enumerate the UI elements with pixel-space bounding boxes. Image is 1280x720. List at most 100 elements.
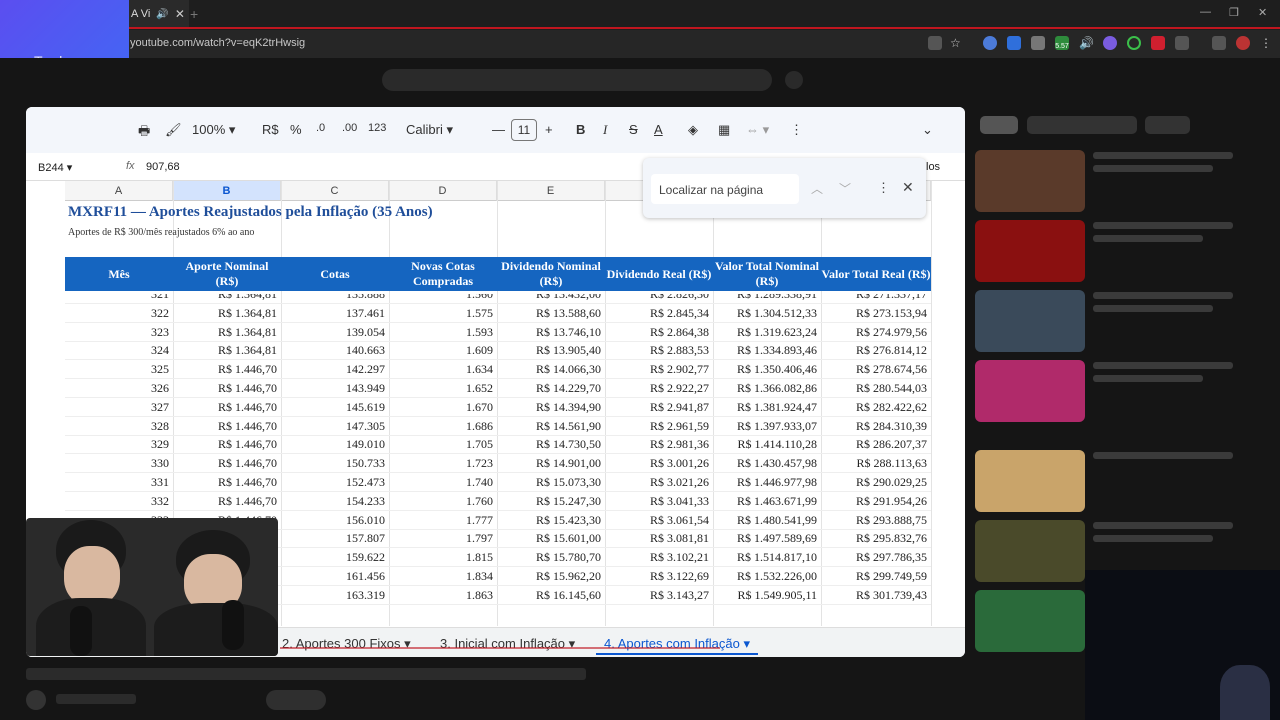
cell-cotas[interactable]: 135.888 xyxy=(281,294,389,304)
cell-valor-total-real[interactable]: R$ 299.749,59 xyxy=(821,567,931,586)
video-thumbnail[interactable] xyxy=(975,360,1085,422)
cast-icon[interactable] xyxy=(928,36,942,50)
cell-valor-total-nominal[interactable]: R$ 1.430.457,98 xyxy=(713,454,821,473)
youtube-search-input[interactable] xyxy=(382,69,772,91)
cell-cotas[interactable]: 142.297 xyxy=(281,360,389,379)
header-valor-total-real[interactable]: Valor Total Real (R$) xyxy=(821,257,931,291)
cell-valor-total-real[interactable]: R$ 273.153,94 xyxy=(821,304,931,323)
maximize-icon[interactable]: ❐ xyxy=(1229,6,1239,19)
video-thumbnail[interactable] xyxy=(975,520,1085,582)
column-header-c[interactable]: C xyxy=(281,181,389,201)
cell-valor-total-nominal[interactable]: R$ 1.334.893,46 xyxy=(713,341,821,360)
cell-novas-cotas[interactable]: 1.723 xyxy=(389,454,497,473)
video-title[interactable] xyxy=(1093,535,1213,542)
cell-dividendo-nominal[interactable]: R$ 13.746,10 xyxy=(497,323,605,342)
extension-icon[interactable] xyxy=(983,36,997,50)
browser-tab[interactable]: A Vi 🔊 ✕ xyxy=(129,0,189,28)
italic-icon[interactable]: I xyxy=(603,122,607,138)
cell-aporte-nominal[interactable]: R$ 1.446,70 xyxy=(173,417,281,436)
profile-avatar[interactable] xyxy=(1236,36,1250,50)
chip[interactable] xyxy=(1145,116,1190,134)
cell-cotas[interactable]: 149.010 xyxy=(281,435,389,454)
cell-aporte-nominal[interactable]: R$ 1.364,81 xyxy=(173,294,281,304)
cell-cotas[interactable]: 163.319 xyxy=(281,586,389,605)
video-thumbnail[interactable] xyxy=(975,290,1085,352)
cell-cotas[interactable]: 156.010 xyxy=(281,511,389,530)
font-select[interactable]: Calibri ▾ xyxy=(406,122,453,138)
bookmark-star-icon[interactable]: ☆ xyxy=(950,36,964,50)
cell-novas-cotas[interactable]: 1.634 xyxy=(389,360,497,379)
volume-icon[interactable]: 🔊 xyxy=(1079,36,1094,50)
cell-dividendo-real[interactable]: R$ 2.941,87 xyxy=(605,398,713,417)
header-dividendo-nominal[interactable]: Dividendo Nominal (R$) xyxy=(497,257,605,291)
refresh-ext-icon[interactable] xyxy=(1127,36,1141,50)
cell-dividendo-real[interactable]: R$ 2.961,59 xyxy=(605,417,713,436)
sheet-tab[interactable]: 2. Aportes 300 Fixos ▾ xyxy=(274,633,419,655)
cell-cotas[interactable]: 140.663 xyxy=(281,341,389,360)
cell-valor-total-real[interactable]: R$ 301.739,43 xyxy=(821,586,931,605)
cell-novas-cotas[interactable]: 1.740 xyxy=(389,473,497,492)
cell-aporte-nominal[interactable]: R$ 1.446,70 xyxy=(173,454,281,473)
name-box[interactable]: B244 ▾ xyxy=(38,161,72,174)
subscribe-button[interactable] xyxy=(266,690,326,710)
menu-kebab-icon[interactable]: ⋮ xyxy=(1260,36,1274,50)
minimize-icon[interactable]: — xyxy=(1200,6,1211,18)
cell-novas-cotas[interactable]: 1.670 xyxy=(389,398,497,417)
ext-badge-icon[interactable]: 5.57 xyxy=(1055,36,1069,50)
merge-cells-icon[interactable]: ⇔ ▾ xyxy=(746,122,769,138)
cell-dividendo-nominal[interactable]: R$ 15.962,20 xyxy=(497,567,605,586)
sheet-subtitle[interactable]: Aportes de R$ 300/mês reajustados 6% ao … xyxy=(68,227,254,238)
cell-novas-cotas[interactable]: 1.834 xyxy=(389,567,497,586)
video-title[interactable] xyxy=(1093,235,1203,242)
cell-valor-total-nominal[interactable]: R$ 1.514.817,10 xyxy=(713,548,821,567)
cell-aporte-nominal[interactable]: R$ 1.446,70 xyxy=(173,379,281,398)
decrease-decimal-button[interactable]: .0 xyxy=(316,122,325,134)
cell-novas-cotas[interactable]: 1.686 xyxy=(389,417,497,436)
cell-novas-cotas[interactable]: 1.705 xyxy=(389,435,497,454)
cell-cotas[interactable]: 152.473 xyxy=(281,473,389,492)
cell-dividendo-nominal[interactable]: R$ 16.145,60 xyxy=(497,586,605,605)
video-title[interactable] xyxy=(1093,375,1203,382)
cell-novas-cotas[interactable]: 1.797 xyxy=(389,529,497,548)
video-title[interactable] xyxy=(1093,222,1233,229)
url-text[interactable]: youtube.com/watch?v=eqK2trHwsig xyxy=(130,37,305,49)
cell-novas-cotas[interactable]: 1.560 xyxy=(389,294,497,304)
video-title[interactable] xyxy=(1093,292,1233,299)
cell-valor-total-real[interactable]: R$ 297.786,35 xyxy=(821,548,931,567)
puzzle-icon[interactable] xyxy=(1175,36,1189,50)
cell-cotas[interactable]: 139.054 xyxy=(281,323,389,342)
cell-valor-total-nominal[interactable]: R$ 1.480.541,99 xyxy=(713,511,821,530)
channel-avatar[interactable] xyxy=(26,690,46,710)
cell-novas-cotas[interactable]: 1.609 xyxy=(389,341,497,360)
cell-valor-total-real[interactable]: R$ 278.674,56 xyxy=(821,360,931,379)
progress-bar[interactable] xyxy=(280,647,720,649)
cell-dividendo-nominal[interactable]: R$ 14.561,90 xyxy=(497,417,605,436)
cell-valor-total-nominal[interactable]: R$ 1.397.933,07 xyxy=(713,417,821,436)
cell-valor-total-nominal[interactable]: R$ 1.289.338,91 xyxy=(713,294,821,304)
cell-aporte-nominal[interactable]: R$ 1.364,81 xyxy=(173,304,281,323)
cell-cotas[interactable]: 145.619 xyxy=(281,398,389,417)
increase-decimal-button[interactable]: .00 xyxy=(342,122,357,134)
sheet-title[interactable]: MXRF11 — Aportes Reajustados pela Inflaç… xyxy=(68,204,433,221)
cell-dividendo-real[interactable]: R$ 2.826,30 xyxy=(605,294,713,304)
cell-dividendo-real[interactable]: R$ 2.883,53 xyxy=(605,341,713,360)
find-options-icon[interactable]: ⋮ xyxy=(877,180,890,196)
cell-cotas[interactable]: 154.233 xyxy=(281,492,389,511)
cell-dividendo-real[interactable]: R$ 3.001,26 xyxy=(605,454,713,473)
column-header-a[interactable]: A xyxy=(65,181,173,201)
cell-dividendo-real[interactable]: R$ 2.922,27 xyxy=(605,379,713,398)
header-mes[interactable]: Mês xyxy=(65,257,173,291)
cell-dividendo-nominal[interactable]: R$ 14.730,50 xyxy=(497,435,605,454)
cell-dividendo-real[interactable]: R$ 3.061,54 xyxy=(605,511,713,530)
cell-cotas[interactable]: 143.949 xyxy=(281,379,389,398)
cell-valor-total-nominal[interactable]: R$ 1.319.623,24 xyxy=(713,323,821,342)
new-tab-button[interactable]: + xyxy=(190,6,198,22)
close-tab-icon[interactable]: ✕ xyxy=(175,7,185,21)
cell-novas-cotas[interactable]: 1.575 xyxy=(389,304,497,323)
cell-valor-total-nominal[interactable]: R$ 1.304.512,33 xyxy=(713,304,821,323)
cell-valor-total-real[interactable]: R$ 291.954,26 xyxy=(821,492,931,511)
close-window-icon[interactable]: ✕ xyxy=(1258,6,1267,19)
cell-mes[interactable]: 323 xyxy=(65,323,173,342)
cell-dividendo-real[interactable]: R$ 3.122,69 xyxy=(605,567,713,586)
cell-valor-total-nominal[interactable]: R$ 1.350.406,46 xyxy=(713,360,821,379)
